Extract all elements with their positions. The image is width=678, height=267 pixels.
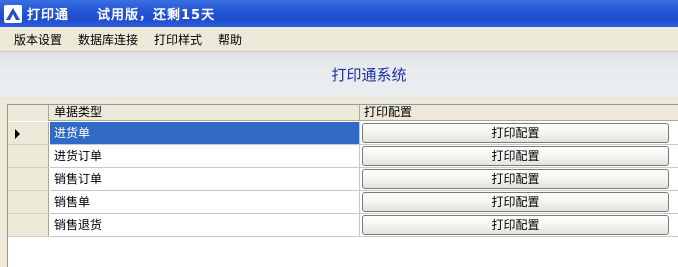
print-config-cell: 打印配置 — [360, 145, 678, 168]
document-type-cell[interactable]: 进货订单 — [50, 145, 360, 168]
grid-corner-cell[interactable] — [8, 105, 49, 121]
menu-bar: 版本设置 数据库连接 打印样式 帮助 — [0, 27, 678, 51]
row-header[interactable] — [8, 214, 49, 237]
row-header[interactable] — [8, 191, 49, 214]
table-row[interactable]: 进货订单 打印配置 — [8, 145, 678, 168]
table-row[interactable]: 进货单 打印配置 — [8, 122, 678, 145]
table-row[interactable]: 销售退货 打印配置 — [8, 214, 678, 237]
grid-header-row: 单据类型 打印配置 — [8, 105, 678, 121]
print-config-cell: 打印配置 — [360, 168, 678, 191]
print-config-cell: 打印配置 — [360, 191, 678, 214]
row-header[interactable] — [8, 168, 49, 191]
document-type-cell[interactable]: 销售订单 — [50, 168, 360, 191]
title-bar[interactable]: 打印通 试用版，还剩15天 — [0, 0, 678, 27]
page-title: 打印通系统 — [331, 66, 407, 84]
table-row[interactable]: 销售单 打印配置 — [8, 191, 678, 214]
menu-help[interactable]: 帮助 — [210, 28, 250, 51]
document-type-cell[interactable]: 进货单 — [50, 122, 360, 145]
print-config-button[interactable]: 打印配置 — [362, 192, 669, 212]
app-logo-icon — [3, 4, 23, 24]
print-config-button[interactable]: 打印配置 — [362, 215, 669, 235]
column-header-document-type[interactable]: 单据类型 — [50, 105, 360, 121]
document-type-cell[interactable]: 销售单 — [50, 191, 360, 214]
menu-print-style[interactable]: 打印样式 — [146, 28, 210, 51]
row-header[interactable] — [8, 145, 49, 168]
print-config-button[interactable]: 打印配置 — [362, 169, 669, 189]
row-header[interactable] — [8, 122, 49, 145]
main-window: 打印通 试用版，还剩15天 版本设置 数据库连接 打印样式 帮助 打印通系统 单… — [0, 0, 678, 267]
header-panel: 打印通系统 — [0, 51, 678, 97]
print-config-button[interactable]: 打印配置 — [362, 146, 669, 166]
app-title: 打印通 — [27, 8, 70, 23]
print-config-cell: 打印配置 — [360, 122, 678, 145]
menu-version-settings[interactable]: 版本设置 — [6, 28, 70, 51]
document-type-cell[interactable]: 销售退货 — [50, 214, 360, 237]
print-config-button[interactable]: 打印配置 — [362, 123, 669, 143]
table-row[interactable]: 销售订单 打印配置 — [8, 168, 678, 191]
current-row-pointer-icon — [15, 129, 20, 139]
menu-database-connection[interactable]: 数据库连接 — [70, 28, 146, 51]
print-config-cell: 打印配置 — [360, 214, 678, 237]
trial-status: 试用版，还剩15天 — [97, 8, 216, 23]
column-header-print-config[interactable]: 打印配置 — [360, 105, 678, 121]
document-type-grid[interactable]: 单据类型 打印配置 进货单 打印配置 进货订单 打印配置 销售订单 打印配置 销… — [7, 104, 678, 267]
